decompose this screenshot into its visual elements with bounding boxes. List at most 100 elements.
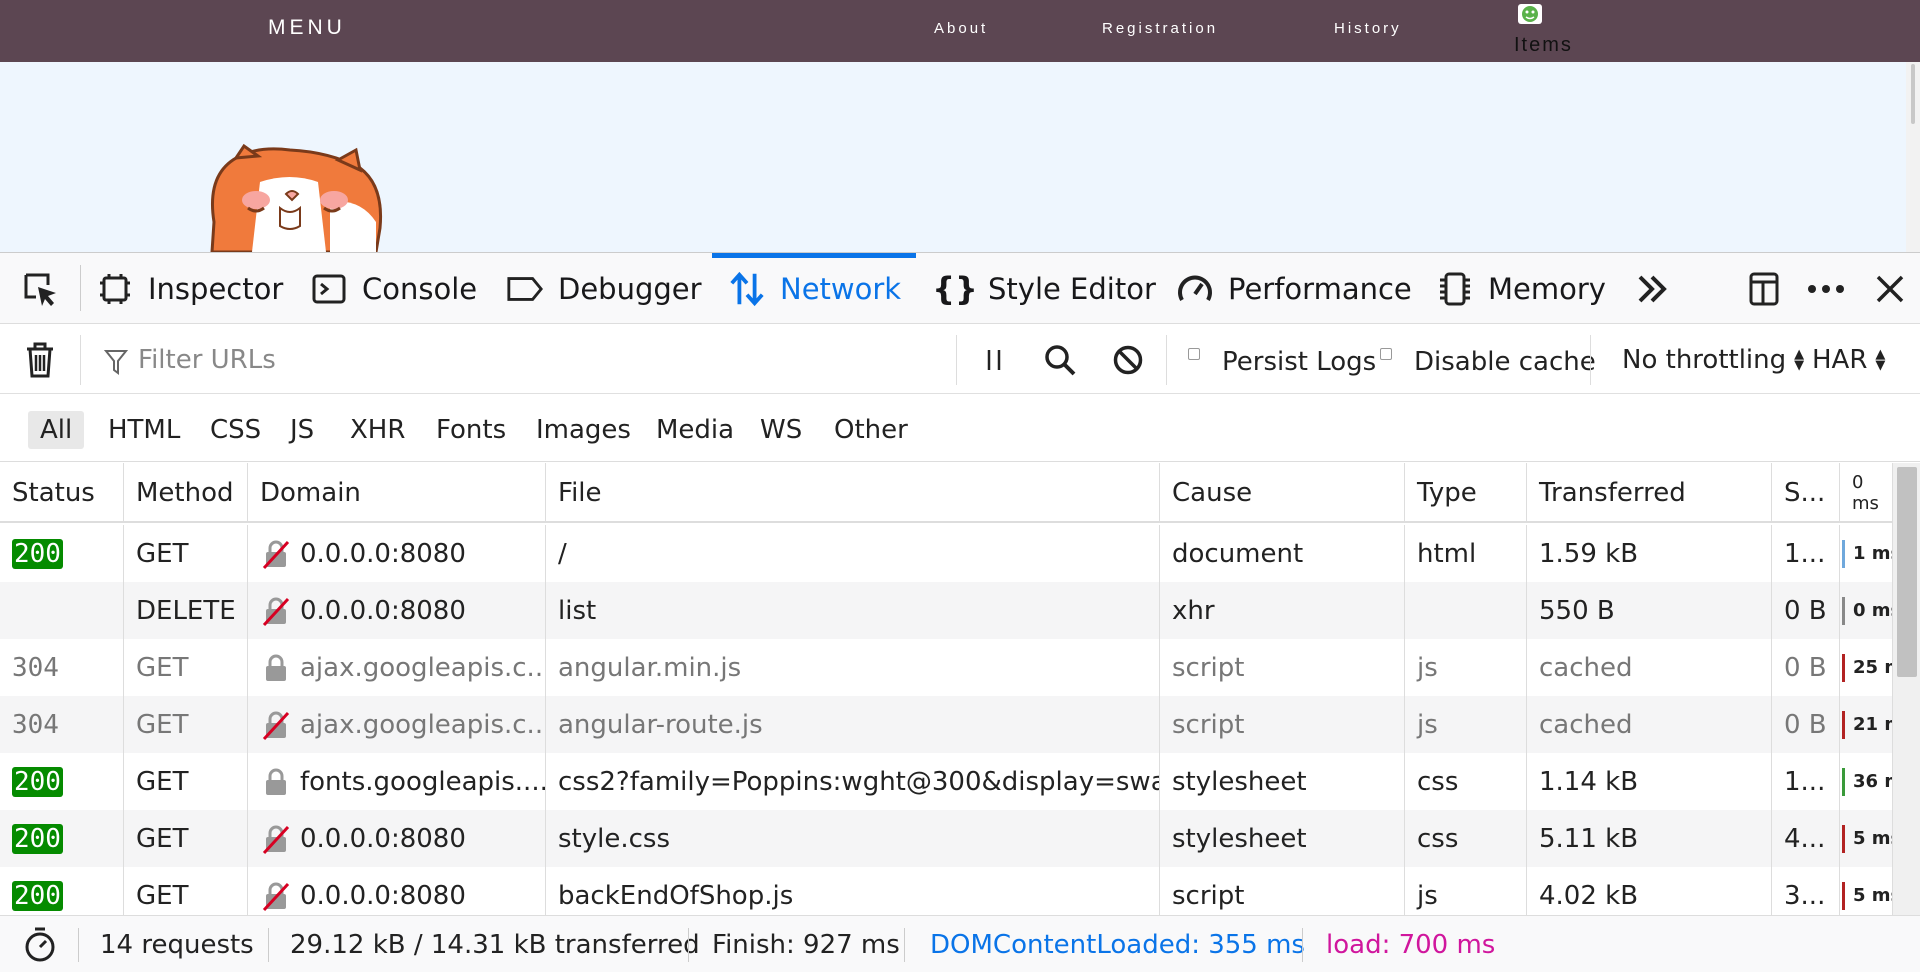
- pause-icon: [987, 349, 1001, 370]
- table-header: Status Method Domain File Cause Type Tra…: [0, 463, 1892, 523]
- cell-type: html: [1405, 525, 1527, 582]
- waterfall-bar: [1842, 653, 1845, 682]
- type-filter-css[interactable]: CSS: [198, 411, 273, 449]
- table-row[interactable]: 304 GET ajax.googleapis.c... angular.min.js…: [0, 639, 1892, 696]
- table-row[interactable]: 304 GET ajax.googleapis.c... angular-route.…: [0, 696, 1892, 753]
- nav-link-history[interactable]: History: [1334, 20, 1402, 37]
- tab-console[interactable]: Console: [310, 253, 477, 324]
- summary-dom-content-loaded: DOMContentLoaded: 355 ms: [930, 929, 1305, 960]
- status-code: 304: [12, 709, 59, 740]
- column-header-size[interactable]: S...: [1772, 463, 1840, 523]
- tab-network-label: Network: [780, 271, 902, 306]
- options-menu-button[interactable]: [1800, 253, 1852, 324]
- column-header-domain[interactable]: Domain: [248, 463, 546, 523]
- column-header-type[interactable]: Type: [1405, 463, 1527, 523]
- type-filter-xhr[interactable]: XHR: [338, 411, 417, 449]
- cause-text: document: [1172, 538, 1304, 569]
- tab-inspector[interactable]: Inspector: [96, 253, 283, 324]
- har-menu-button[interactable]: HAR ▲ ▼: [1812, 339, 1885, 381]
- file-text: angular-route.js: [558, 709, 763, 740]
- cell-cause: document: [1160, 525, 1405, 582]
- type-filter-fonts[interactable]: Fonts: [424, 411, 518, 449]
- dock-side-icon: [1749, 272, 1779, 305]
- type-filter-js[interactable]: JS: [278, 411, 326, 449]
- column-header-file[interactable]: File: [546, 463, 1160, 523]
- insecure-lock-icon: [262, 825, 290, 854]
- transferred-text: 1.14 kB: [1539, 766, 1639, 797]
- cell-status: 304: [0, 696, 124, 753]
- tab-network[interactable]: Network: [712, 253, 916, 324]
- performance-analysis-button[interactable]: [22, 916, 58, 973]
- tab-style-editor[interactable]: {} Style Editor: [932, 253, 1156, 324]
- tab-debugger[interactable]: Debugger: [506, 253, 702, 324]
- cell-status: 200: [0, 525, 124, 582]
- type-filter-ws[interactable]: WS: [748, 411, 814, 449]
- column-header-method[interactable]: Method: [124, 463, 248, 523]
- column-header-status[interactable]: Status: [0, 463, 124, 523]
- type-filter-html[interactable]: HTML: [96, 411, 192, 449]
- size-text: 1...: [1784, 766, 1826, 797]
- method-text: GET: [136, 709, 189, 740]
- throttling-select[interactable]: No throttling ▲ ▼: [1622, 339, 1804, 381]
- persist-logs-label: Persist Logs: [1222, 347, 1377, 377]
- tab-console-label: Console: [362, 271, 478, 306]
- column-header-transferred[interactable]: Transferred: [1527, 463, 1772, 523]
- pause-recording-button[interactable]: [968, 325, 1020, 394]
- cell-domain: 0.0.0.0:8080: [248, 810, 546, 867]
- cell-file: style.css: [546, 810, 1160, 867]
- filter-urls-input[interactable]: [100, 339, 940, 381]
- persist-logs-checkbox[interactable]: Persist Logs: [1188, 347, 1376, 377]
- table-row[interactable]: DELETE 0.0.0.0:8080 list xhr 550 B 0 B 0 ms: [0, 582, 1892, 639]
- more-tools-button[interactable]: [1626, 253, 1678, 324]
- cell-status: 200: [0, 810, 124, 867]
- web-page: MENU About Registration History Items: [0, 0, 1920, 252]
- cell-status: 200: [0, 753, 124, 810]
- domain-text: ajax.googleapis.c...: [300, 709, 546, 740]
- block-requests-button[interactable]: [1102, 325, 1154, 394]
- nav-link-registration[interactable]: Registration: [1102, 20, 1218, 37]
- type-text: html: [1417, 538, 1477, 569]
- type-filter-all[interactable]: All: [28, 411, 85, 449]
- memory-icon: [1440, 272, 1470, 305]
- type-filter-media[interactable]: Media: [644, 411, 746, 449]
- table-row[interactable]: 200 GET 0.0.0.0:8080 backEndOfShop.js script…: [0, 867, 1892, 915]
- requests-table: Status Method Domain File Cause Type Tra…: [0, 463, 1920, 915]
- table-row[interactable]: 200 GET 0.0.0.0:8080 style.css stylesheet css…: [0, 810, 1892, 867]
- cell-waterfall: 25 ms: [1840, 639, 1892, 696]
- transferred-text: 5.11 kB: [1539, 823, 1639, 854]
- cell-file: list: [546, 582, 1160, 639]
- disable-cache-checkbox[interactable]: Disable cache: [1380, 347, 1596, 377]
- cause-text: script: [1172, 652, 1245, 683]
- dock-toggle-button[interactable]: [1738, 253, 1790, 324]
- persist-logs-box[interactable]: [1188, 348, 1200, 360]
- network-icon: [730, 271, 764, 306]
- menu-label[interactable]: MENU: [268, 16, 346, 40]
- close-devtools-button[interactable]: [1864, 253, 1916, 324]
- element-picker-button[interactable]: [14, 253, 66, 324]
- cell-cause: script: [1160, 639, 1405, 696]
- cell-waterfall: 1 ms: [1840, 525, 1892, 582]
- items-icon[interactable]: [1516, 2, 1544, 26]
- table-row[interactable]: 200 GET 0.0.0.0:8080 / document html 1.59 kB 1.…: [0, 525, 1892, 582]
- status-code: 200: [12, 880, 63, 911]
- page-scrollbar[interactable]: [1906, 62, 1920, 252]
- search-icon: [1045, 344, 1076, 375]
- nav-link-about[interactable]: About: [934, 20, 988, 37]
- column-header-cause[interactable]: Cause: [1160, 463, 1405, 523]
- file-text: backEndOfShop.js: [558, 880, 794, 911]
- chevron-double-right-icon: [1638, 275, 1667, 302]
- type-filter-other[interactable]: Other: [822, 411, 920, 449]
- cell-file: backEndOfShop.js: [546, 867, 1160, 915]
- column-header-waterfall[interactable]: 0 ms: [1840, 463, 1892, 523]
- table-scrollbar[interactable]: [1892, 463, 1920, 915]
- nav-link-items[interactable]: Items: [1514, 34, 1573, 57]
- disable-cache-box[interactable]: [1380, 348, 1392, 360]
- cell-transferred: cached: [1527, 639, 1772, 696]
- type-filter-images[interactable]: Images: [524, 411, 643, 449]
- table-row[interactable]: 200 GET fonts.googleapis.... css2?family=Po…: [0, 753, 1892, 810]
- search-button[interactable]: [1034, 325, 1086, 394]
- tab-memory[interactable]: Memory: [1436, 253, 1606, 324]
- cell-transferred: 1.59 kB: [1527, 525, 1772, 582]
- clear-requests-button[interactable]: [14, 325, 66, 394]
- tab-performance[interactable]: Performance: [1176, 253, 1412, 324]
